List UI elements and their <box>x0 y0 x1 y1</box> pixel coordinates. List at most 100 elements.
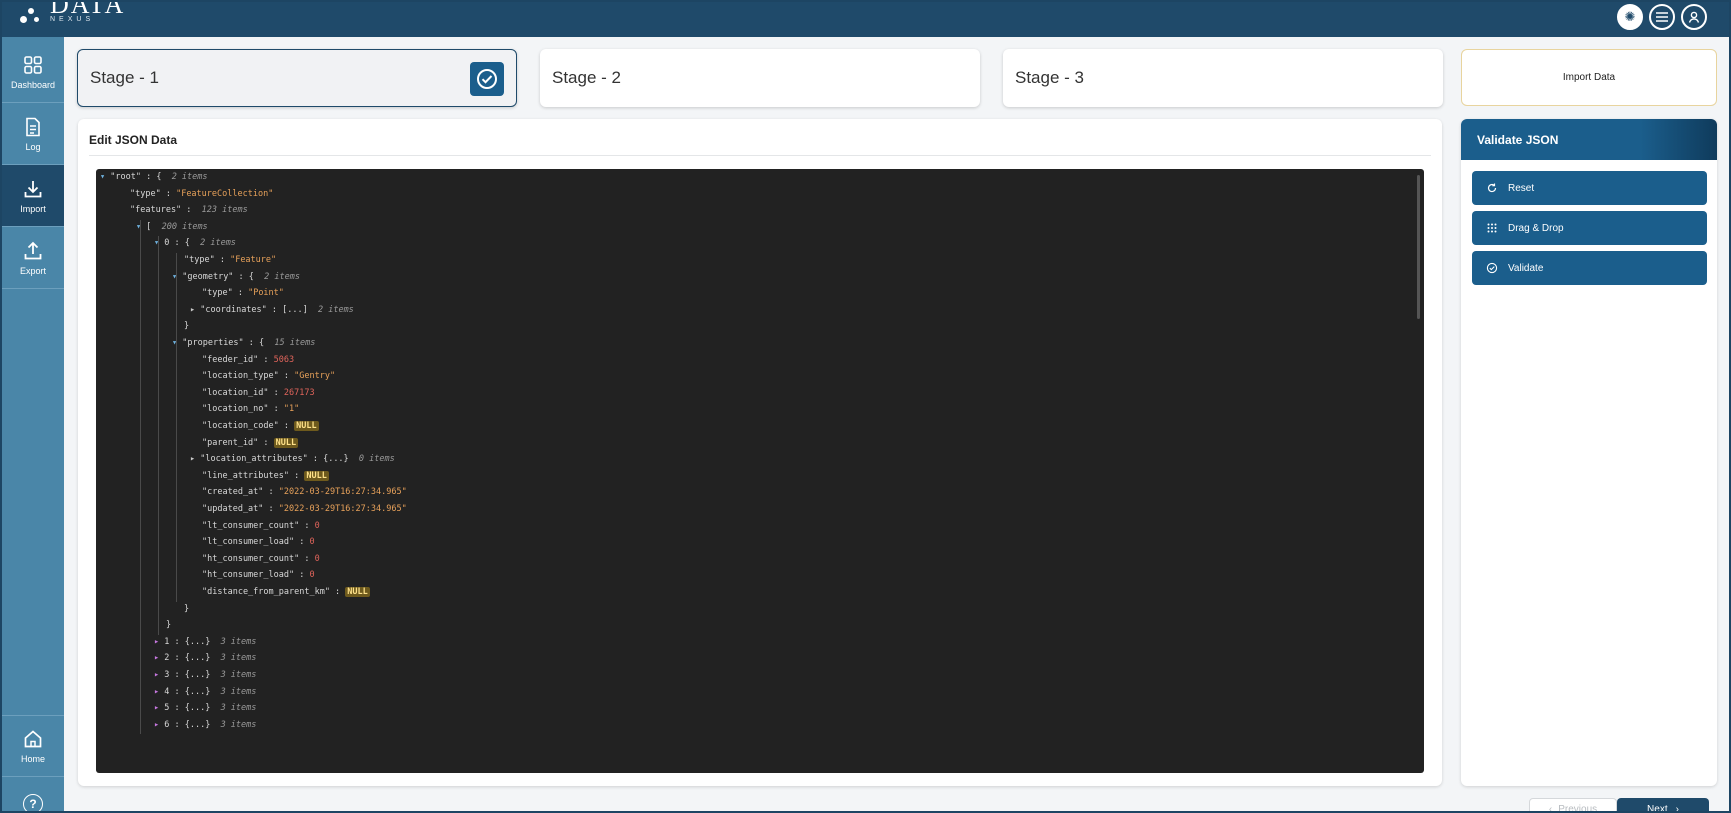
json-bracket: {...} <box>323 454 354 465</box>
json-key: "type" <box>130 188 161 199</box>
header-actions: ✺ <box>1617 4 1707 30</box>
json-line[interactable]: "location_type" : "Gentry" <box>202 369 335 383</box>
menu-icon[interactable] <box>1649 4 1675 30</box>
json-line[interactable]: ▸ 3 : {...} 3 items <box>154 668 256 682</box>
import-data-box[interactable]: Import Data <box>1461 49 1717 106</box>
sidebar-item-log[interactable]: Log <box>2 103 64 165</box>
previous-button[interactable]: ‹ Previous <box>1529 798 1617 811</box>
json-line[interactable]: "type" : "Point" <box>202 286 284 300</box>
json-line[interactable]: "created_at" : "2022-03-29T16:27:34.965" <box>202 485 407 499</box>
user-icon[interactable] <box>1681 4 1707 30</box>
app-window: DATA NEXUS ✺ Dashboard Log Import Export… <box>0 0 1731 813</box>
reset-icon <box>1487 183 1497 193</box>
json-colon: : <box>243 338 260 348</box>
json-line[interactable]: ▸ 5 : {...} 3 items <box>154 701 256 715</box>
json-line[interactable]: ▾ "geometry" : { 2 items <box>172 270 300 284</box>
json-line[interactable]: "type" : "Feature" <box>184 253 276 267</box>
json-line[interactable]: "ht_consumer_load" : 0 <box>202 568 315 582</box>
json-colon: : <box>268 404 284 415</box>
app-logo[interactable]: DATA NEXUS <box>18 2 125 30</box>
collapse-caret-icon: ▸ <box>154 719 165 730</box>
collapse-caret-icon: ▸ <box>154 670 165 680</box>
validate-button[interactable]: Validate <box>1472 251 1707 285</box>
json-null-value: NULL <box>304 470 329 481</box>
import-icon <box>24 180 42 197</box>
next-button[interactable]: Next › <box>1617 798 1709 811</box>
json-item-count: 2 items <box>312 304 354 315</box>
json-line[interactable]: "location_id" : 267173 <box>202 386 315 400</box>
sidebar-item-dashboard[interactable]: Dashboard <box>2 41 64 103</box>
stage-card-1[interactable]: Stage - 1 <box>77 49 517 107</box>
json-line[interactable]: "location_code" : NULL <box>202 419 319 433</box>
json-line[interactable]: } <box>166 618 171 632</box>
json-line[interactable]: ▸ 6 : {...} 3 items <box>154 718 256 732</box>
json-item-count: 3 items <box>215 719 257 730</box>
reset-button[interactable]: Reset <box>1472 171 1707 205</box>
json-line[interactable]: ▾ "root" : { 2 items <box>100 170 208 184</box>
json-line[interactable]: "lt_consumer_load" : 0 <box>202 535 315 549</box>
collapse-caret-icon: ▸ <box>154 653 165 664</box>
json-item-count: 3 items <box>215 653 257 664</box>
json-colon: : <box>169 653 185 664</box>
json-colon: : <box>169 703 185 714</box>
json-line[interactable]: "location_no" : "1" <box>202 402 299 416</box>
json-string-value: "Feature" <box>230 255 277 265</box>
json-line[interactable]: ▸ "location_attributes" : {...} 0 items <box>190 452 395 466</box>
json-line[interactable]: ▸ "coordinates" : [...] 2 items <box>190 303 354 317</box>
sidebar-item-export[interactable]: Export <box>2 227 64 289</box>
json-key: "parent_id" <box>202 437 259 448</box>
json-tree-viewer[interactable]: ▾ "root" : { 2 items "type" : "FeatureCol… <box>96 169 1424 773</box>
json-line[interactable]: } <box>184 319 189 333</box>
json-key: "updated_at" <box>202 504 264 514</box>
json-colon: : <box>181 205 197 216</box>
json-item-count: 3 items <box>215 670 257 680</box>
json-key: "type" <box>202 288 233 299</box>
json-number-value: 5063 <box>273 354 295 365</box>
json-line[interactable]: ▸ 1 : {...} 3 items <box>154 635 256 649</box>
json-line[interactable]: "ht_consumer_count" : 0 <box>202 552 320 566</box>
json-bracket: {...} <box>184 686 216 697</box>
json-string-value: "2022-03-29T16:27:34.965" <box>278 504 407 514</box>
json-line[interactable]: "parent_id" : NULL <box>202 436 299 450</box>
help-icon[interactable]: ? <box>23 794 43 811</box>
json-bracket: } <box>166 620 172 631</box>
json-line[interactable]: } <box>184 602 189 616</box>
json-key: "lt_consumer_load" <box>202 537 295 548</box>
stage-card-3[interactable]: Stage - 3 <box>1003 49 1443 107</box>
drag-drop-button[interactable]: Drag & Drop <box>1472 211 1707 245</box>
json-line[interactable]: "features" : 123 items <box>130 203 248 217</box>
json-line[interactable]: ▾ "properties" : { 15 items <box>172 336 315 350</box>
json-line[interactable]: "distance_from_parent_km" : NULL <box>202 585 370 599</box>
collapse-caret-icon: ▸ <box>154 703 165 714</box>
sidebar-item-import[interactable]: Import <box>2 165 64 227</box>
sidebar-item-label: Import <box>20 203 46 214</box>
json-item-count: 0 items <box>353 454 395 465</box>
settings-icon[interactable]: ✺ <box>1617 4 1643 30</box>
json-line[interactable]: ▾ [ 200 items <box>136 220 208 234</box>
json-line[interactable]: ▸ 2 : {...} 3 items <box>154 651 256 665</box>
json-bracket: { <box>248 271 260 282</box>
json-line[interactable]: ▸ 4 : {...} 3 items <box>154 685 256 699</box>
json-colon: : <box>294 537 310 548</box>
expand-caret-icon: ▾ <box>172 338 183 348</box>
json-line[interactable]: "updated_at" : "2022-03-29T16:27:34.965" <box>202 502 407 516</box>
scrollbar[interactable] <box>1417 175 1420 319</box>
json-line[interactable]: ▾ 0 : { 2 items <box>154 236 236 250</box>
dashboard-icon <box>24 55 42 74</box>
json-line[interactable]: "line_attributes" : NULL <box>202 469 329 483</box>
json-line[interactable]: "feeder_id" : 5063 <box>202 353 294 367</box>
json-colon: : <box>258 354 274 365</box>
json-item-count: 15 items <box>269 338 316 348</box>
import-data-label: Import Data <box>1562 72 1616 83</box>
check-circle-icon <box>470 62 504 96</box>
sidebar-item-home[interactable]: Home <box>2 715 64 777</box>
json-line[interactable]: "type" : "FeatureCollection" <box>130 187 273 201</box>
json-colon: : <box>263 504 279 514</box>
indent-guide <box>158 236 159 635</box>
json-number-value: 267173 <box>283 387 315 398</box>
json-string-value: "FeatureCollection" <box>176 188 274 199</box>
home-icon <box>24 730 42 748</box>
sidebar-item-label: Home <box>20 754 45 764</box>
stage-card-2[interactable]: Stage - 2 <box>540 49 980 107</box>
json-line[interactable]: "lt_consumer_count" : 0 <box>202 519 320 533</box>
